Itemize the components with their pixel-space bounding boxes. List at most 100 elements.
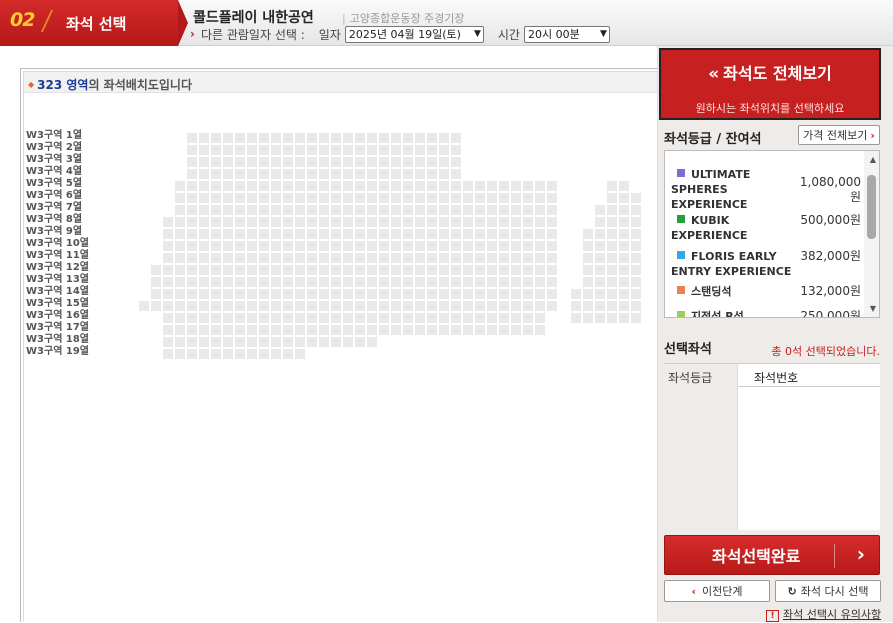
seat[interactable] — [223, 157, 233, 167]
seat[interactable] — [487, 325, 497, 335]
seat[interactable] — [367, 301, 377, 311]
seat[interactable] — [607, 193, 617, 203]
seat[interactable] — [499, 217, 509, 227]
seat[interactable] — [295, 289, 305, 299]
seat[interactable] — [175, 313, 185, 323]
seat[interactable] — [619, 181, 629, 191]
seat[interactable] — [367, 241, 377, 251]
seat[interactable] — [295, 253, 305, 263]
seat[interactable] — [607, 181, 617, 191]
seat[interactable] — [211, 301, 221, 311]
seat[interactable] — [379, 157, 389, 167]
seat[interactable] — [247, 337, 257, 347]
seat[interactable] — [439, 157, 449, 167]
seat[interactable] — [547, 253, 557, 263]
seat[interactable] — [391, 277, 401, 287]
seat[interactable] — [535, 289, 545, 299]
seat[interactable] — [199, 217, 209, 227]
seat[interactable] — [511, 301, 521, 311]
seat[interactable] — [619, 253, 629, 263]
seat[interactable] — [451, 241, 461, 251]
seat[interactable] — [607, 277, 617, 287]
seat[interactable] — [223, 337, 233, 347]
seat[interactable] — [415, 301, 425, 311]
seat[interactable] — [535, 241, 545, 251]
seat[interactable] — [367, 265, 377, 275]
seat[interactable] — [475, 289, 485, 299]
seat[interactable] — [631, 301, 641, 311]
seat[interactable] — [259, 301, 269, 311]
seat[interactable] — [487, 313, 497, 323]
seat[interactable] — [511, 217, 521, 227]
seat[interactable] — [343, 205, 353, 215]
seat[interactable] — [487, 193, 497, 203]
seat[interactable] — [415, 253, 425, 263]
seat[interactable] — [175, 301, 185, 311]
seat[interactable] — [187, 157, 197, 167]
seat[interactable] — [607, 265, 617, 275]
seat[interactable] — [403, 217, 413, 227]
seat[interactable] — [511, 277, 521, 287]
seat[interactable] — [187, 145, 197, 155]
seat[interactable] — [391, 325, 401, 335]
seat[interactable] — [403, 241, 413, 251]
seat[interactable] — [583, 277, 593, 287]
seat[interactable] — [331, 289, 341, 299]
seat[interactable] — [583, 313, 593, 323]
seat[interactable] — [499, 265, 509, 275]
seat[interactable] — [223, 277, 233, 287]
seat-notice-link[interactable]: ! 좌석 선택시 유의사항 — [766, 606, 881, 622]
seat[interactable] — [211, 265, 221, 275]
seat[interactable] — [355, 229, 365, 239]
seat[interactable] — [367, 145, 377, 155]
seat[interactable] — [355, 241, 365, 251]
seat[interactable] — [187, 337, 197, 347]
seat[interactable] — [247, 349, 257, 359]
seat[interactable] — [511, 313, 521, 323]
seat[interactable] — [391, 181, 401, 191]
seat[interactable] — [235, 217, 245, 227]
seat[interactable] — [259, 133, 269, 143]
seat[interactable] — [619, 193, 629, 203]
seat[interactable] — [247, 157, 257, 167]
seat[interactable] — [331, 265, 341, 275]
seat[interactable] — [403, 325, 413, 335]
scroll-down-icon[interactable]: ▼ — [870, 304, 876, 313]
seat[interactable] — [271, 253, 281, 263]
seat[interactable] — [175, 325, 185, 335]
seat[interactable] — [451, 325, 461, 335]
seat[interactable] — [235, 325, 245, 335]
seat[interactable] — [427, 229, 437, 239]
seat[interactable] — [295, 229, 305, 239]
seat[interactable] — [283, 241, 293, 251]
seat[interactable] — [367, 229, 377, 239]
seat[interactable] — [319, 277, 329, 287]
seat[interactable] — [319, 169, 329, 179]
seat[interactable] — [199, 181, 209, 191]
seat[interactable] — [259, 265, 269, 275]
seat[interactable] — [631, 205, 641, 215]
seat[interactable] — [295, 181, 305, 191]
seat[interactable] — [295, 349, 305, 359]
seat[interactable] — [475, 229, 485, 239]
seat[interactable] — [439, 277, 449, 287]
seat[interactable] — [631, 289, 641, 299]
seat[interactable] — [307, 145, 317, 155]
seat[interactable] — [379, 181, 389, 191]
seat[interactable] — [379, 145, 389, 155]
seat[interactable] — [595, 301, 605, 311]
seat[interactable] — [307, 205, 317, 215]
seat[interactable] — [499, 193, 509, 203]
seat[interactable] — [247, 145, 257, 155]
seat[interactable] — [211, 217, 221, 227]
seat[interactable] — [403, 157, 413, 167]
seat[interactable] — [595, 217, 605, 227]
seat[interactable] — [211, 133, 221, 143]
seat[interactable] — [595, 229, 605, 239]
seat[interactable] — [427, 277, 437, 287]
seat[interactable] — [283, 349, 293, 359]
seat[interactable] — [235, 205, 245, 215]
seat[interactable] — [619, 301, 629, 311]
seat[interactable] — [379, 277, 389, 287]
seat[interactable] — [367, 193, 377, 203]
